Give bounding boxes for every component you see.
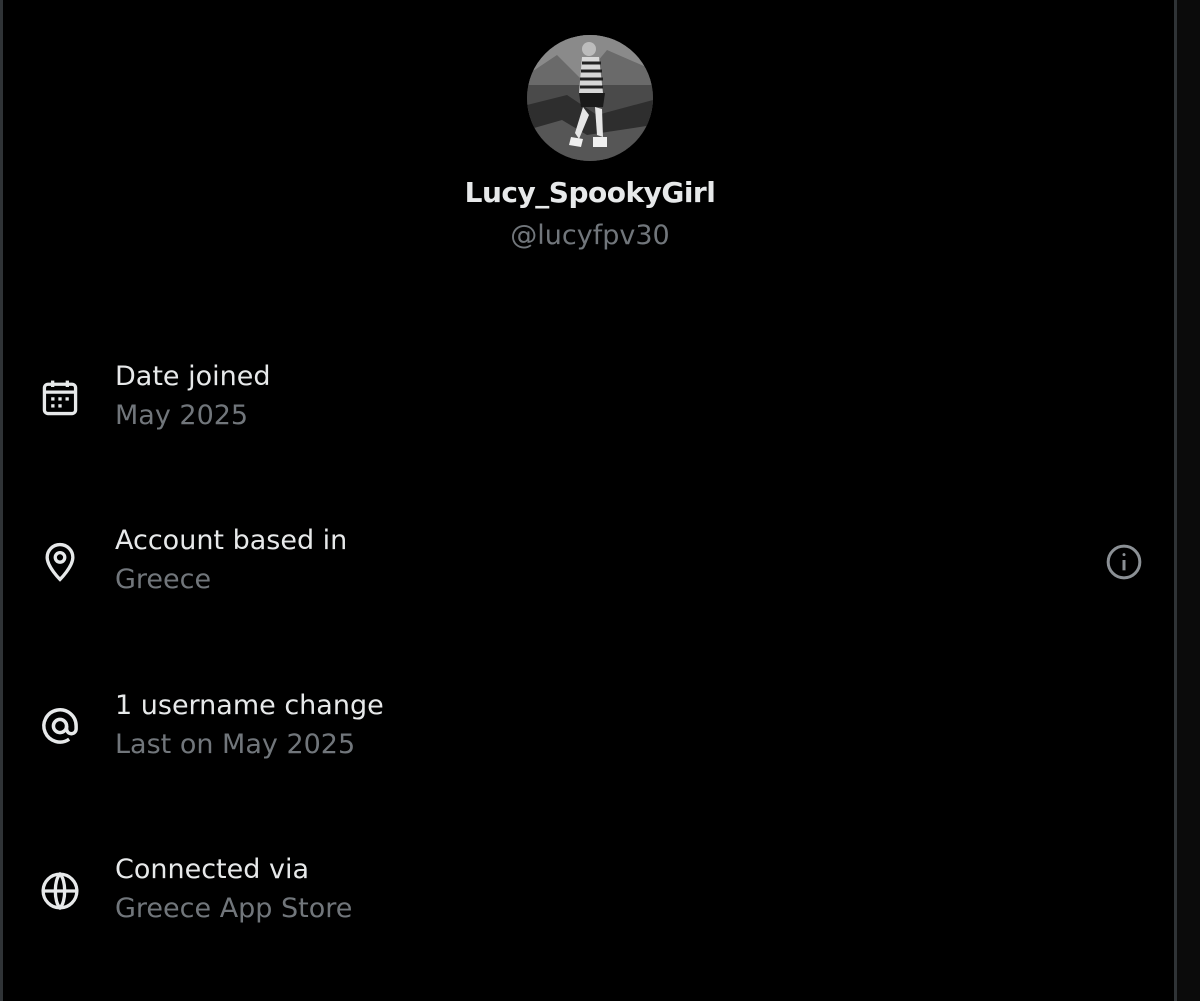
row-subtitle: Greece bbox=[115, 564, 212, 595]
avatar[interactable] bbox=[527, 35, 653, 161]
display-name: Lucy_SpookyGirl bbox=[464, 176, 716, 209]
row-title: Connected via bbox=[115, 854, 309, 885]
calendar-icon bbox=[38, 376, 82, 420]
globe-icon bbox=[38, 869, 82, 913]
row-username-change: 1 username change Last on May 2025 bbox=[0, 674, 1174, 794]
row-account-based-in: Account based in Greece bbox=[0, 509, 1174, 629]
row-title: Date joined bbox=[115, 361, 271, 392]
row-subtitle: May 2025 bbox=[115, 400, 249, 431]
info-icon[interactable] bbox=[1104, 542, 1144, 582]
row-connected-via: Connected via Greece App Store bbox=[0, 838, 1174, 958]
username-handle: @lucyfpv30 bbox=[510, 220, 670, 251]
outer-gutter bbox=[1177, 0, 1200, 1001]
profile-header: Lucy_SpookyGirl @lucyfpv30 bbox=[0, 0, 1174, 270]
row-subtitle: Greece App Store bbox=[115, 893, 353, 924]
row-subtitle: Last on May 2025 bbox=[115, 729, 356, 760]
at-sign-icon bbox=[38, 704, 82, 748]
row-date-joined: Date joined May 2025 bbox=[0, 345, 1174, 465]
row-title: Account based in bbox=[115, 525, 348, 556]
avatar-photo bbox=[527, 35, 653, 161]
location-pin-icon bbox=[38, 540, 82, 584]
row-title: 1 username change bbox=[115, 690, 384, 721]
